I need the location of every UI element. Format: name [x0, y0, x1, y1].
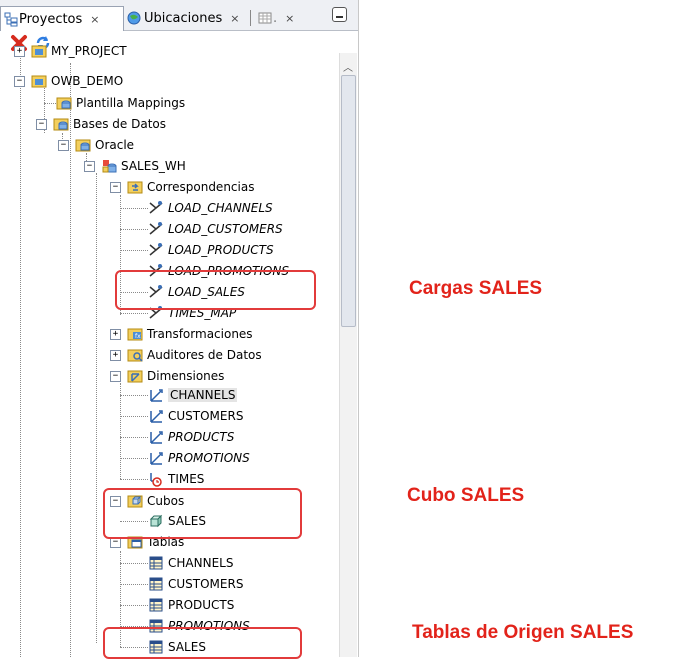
tree-node-load-channels[interactable]: LOAD_CHANNELS — [148, 198, 273, 218]
oracle-folder-icon — [75, 139, 91, 152]
database-folder-icon — [53, 118, 69, 131]
tree-node-dim-products[interactable]: PRODUCTS — [148, 427, 234, 447]
mappings-folder-icon — [127, 181, 143, 194]
dimensions-folder-icon — [127, 370, 143, 383]
project-tree: + MY_PROJECT − OWB_DEMO Plantilla Mappin… — [0, 44, 340, 657]
minimize-button[interactable] — [332, 7, 347, 22]
tree-node-table-channels[interactable]: CHANNELS — [148, 553, 233, 573]
dimension-icon — [150, 389, 163, 402]
expand-toggle[interactable]: + — [110, 328, 121, 340]
tree-node-dim-channels[interactable]: CHANNELS — [148, 385, 238, 405]
time-dimension-icon — [150, 473, 162, 487]
tree-node-plantilla-mappings[interactable]: Plantilla Mappings — [56, 93, 185, 113]
tree-node-auditores-de-datos[interactable]: + Auditores de Datos — [110, 345, 262, 365]
close-icon[interactable]: × — [285, 12, 294, 25]
tree-node-owb-demo[interactable]: − OWB_DEMO — [14, 71, 123, 91]
svg-text:fx: fx — [135, 333, 141, 340]
highlight-tabla-sales — [103, 627, 302, 659]
tree-node-dimensiones[interactable]: − Dimensiones — [110, 366, 224, 386]
tree-node-correspondencias[interactable]: − Correspondencias — [110, 177, 254, 197]
expand-toggle[interactable]: + — [14, 45, 25, 57]
tab-ubicaciones[interactable]: Ubicaciones × — [126, 7, 239, 29]
project-folder-icon — [31, 75, 47, 88]
tree-node-load-customers[interactable]: LOAD_CUSTOMERS — [148, 219, 283, 239]
highlight-load-sales — [115, 270, 316, 310]
minimize-icon — [336, 16, 343, 18]
collapse-toggle[interactable]: − — [110, 181, 121, 193]
highlight-cubo-sales — [103, 488, 302, 539]
scroll-up-icon[interactable]: ︿ — [343, 59, 353, 74]
dimension-icon — [150, 452, 163, 465]
tree-node-table-customers[interactable]: CUSTOMERS — [148, 574, 243, 594]
tree-node-dim-customers[interactable]: CUSTOMERS — [148, 406, 243, 426]
collapse-toggle[interactable]: − — [58, 139, 69, 151]
tree-node-load-products[interactable]: LOAD_PRODUCTS — [148, 240, 274, 260]
tree-node-sales-wh[interactable]: − SALES_WH — [84, 156, 186, 176]
table-icon — [149, 577, 163, 591]
tree-node-oracle[interactable]: − Oracle — [58, 135, 134, 155]
module-icon — [102, 160, 117, 173]
table-icon — [149, 556, 163, 570]
mapping-template-folder-icon — [56, 97, 72, 110]
expand-toggle[interactable]: + — [110, 349, 121, 361]
close-icon[interactable]: × — [230, 12, 239, 25]
annotation-tablas-origen-sales: Tablas de Origen SALES — [412, 622, 634, 643]
data-auditors-folder-icon — [127, 349, 143, 362]
table-icon — [258, 12, 272, 24]
dimension-icon — [150, 431, 163, 444]
collapse-toggle[interactable]: − — [14, 75, 25, 87]
project-tree-icon — [4, 12, 18, 27]
tree-node-dim-promotions[interactable]: PROMOTIONS — [148, 448, 250, 468]
tab-proyectos[interactable]: Proyectos × — [0, 6, 124, 31]
tab-third-label: . — [273, 10, 278, 26]
folder-icon — [31, 45, 47, 58]
tree-node-table-products[interactable]: PRODUCTS — [148, 595, 234, 615]
globe-icon — [127, 11, 141, 25]
tab-third[interactable]: . × — [250, 7, 294, 29]
tree-node-dim-times[interactable]: TIMES — [148, 469, 204, 489]
mapping-icon — [149, 222, 163, 235]
tree-node-bases-de-datos[interactable]: − Bases de Datos — [36, 114, 166, 134]
tab-ubicaciones-label: Ubicaciones — [144, 10, 223, 26]
annotation-cubo-sales: Cubo SALES — [407, 485, 525, 506]
collapse-toggle[interactable]: − — [84, 160, 95, 172]
collapse-toggle[interactable]: − — [36, 118, 47, 130]
mapping-icon — [149, 201, 163, 214]
dimension-icon — [150, 410, 163, 423]
mapping-icon — [149, 243, 163, 256]
collapse-toggle[interactable]: − — [110, 370, 121, 382]
tab-separator — [250, 10, 251, 26]
project-navigator-panel: Proyectos × Ubicaciones × . × + MY_PROJE… — [0, 0, 359, 657]
annotation-cargas-sales: Cargas SALES — [409, 278, 543, 299]
scrollbar-thumb[interactable] — [341, 75, 356, 327]
tab-bar: Proyectos × Ubicaciones × . × — [0, 0, 358, 31]
close-icon[interactable]: × — [90, 13, 99, 26]
tree-node-transformaciones[interactable]: + fx Transformaciones — [110, 324, 253, 344]
tree-node-my-project[interactable]: + MY_PROJECT — [14, 41, 127, 61]
table-icon — [149, 598, 163, 612]
transformations-folder-icon: fx — [127, 328, 143, 341]
tab-proyectos-label: Proyectos — [19, 11, 83, 27]
